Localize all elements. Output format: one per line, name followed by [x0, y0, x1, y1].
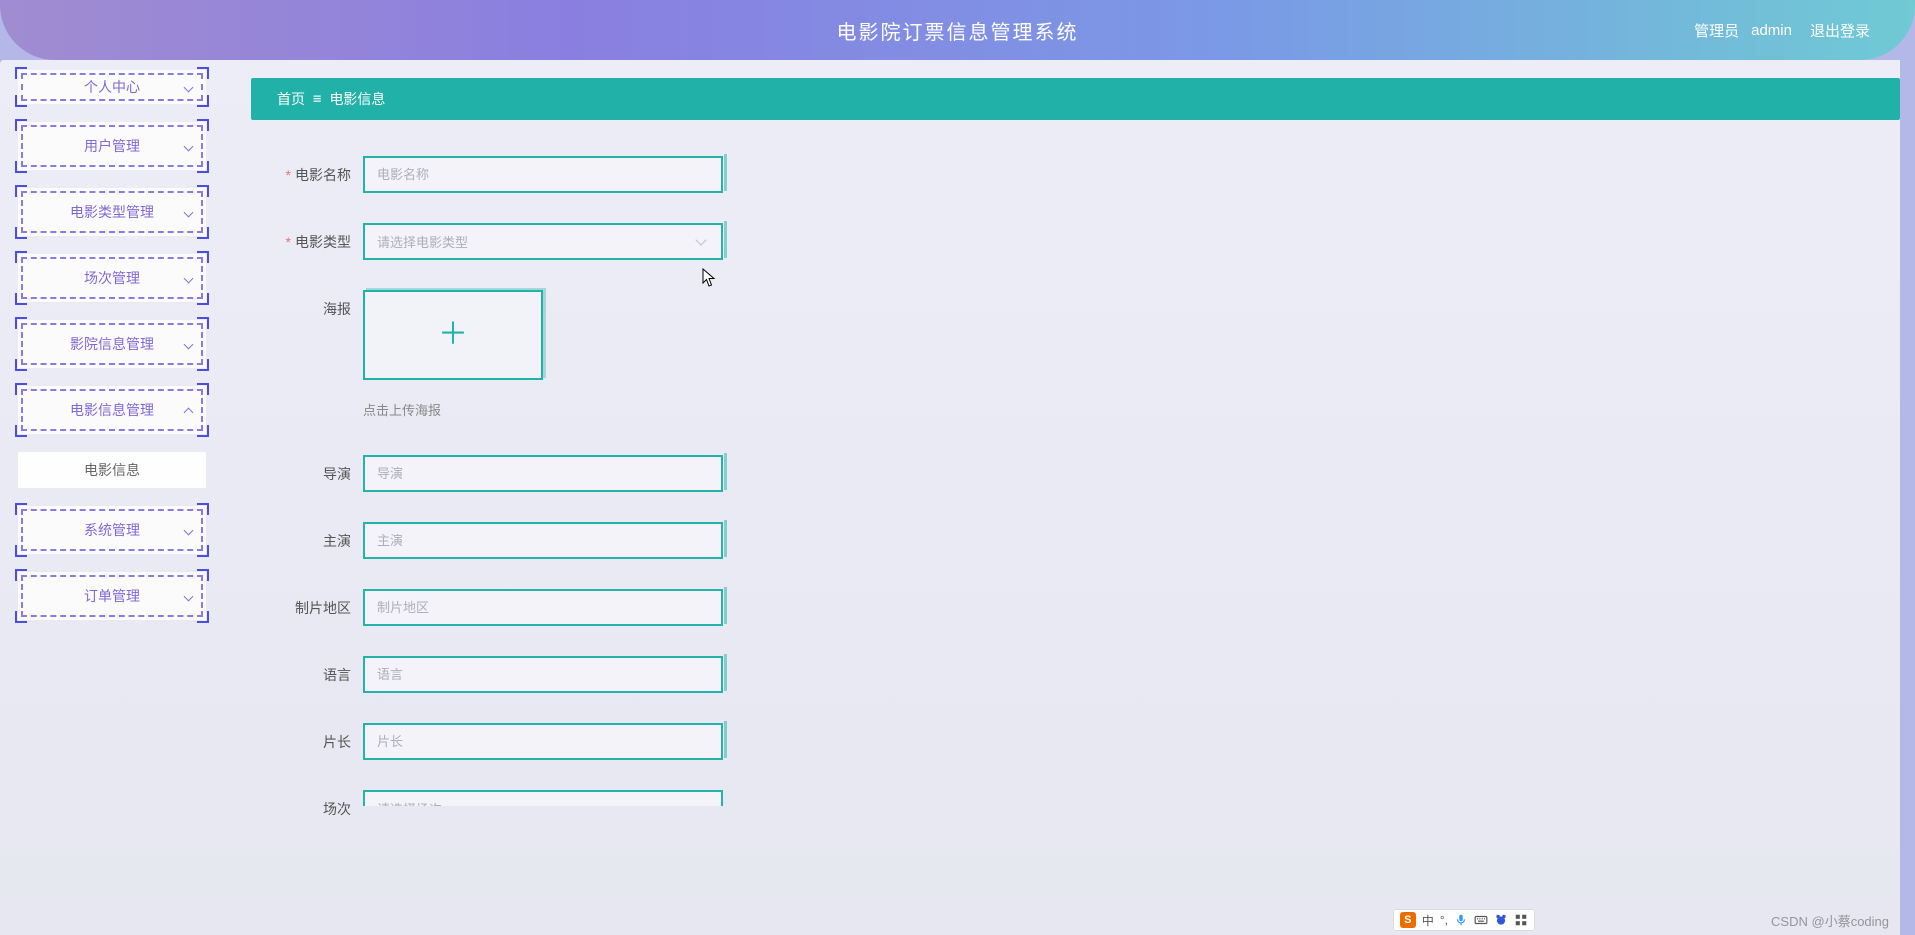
duration-input[interactable] [363, 723, 723, 760]
label-starring: 主演 [323, 533, 351, 549]
sidebar-item-label: 电影信息管理 [70, 400, 154, 420]
sidebar-item-label: 影院信息管理 [70, 334, 154, 354]
movie-form: *电影名称 *电影类型 请选择电影类型 海报 ＋ 点击 [251, 120, 1900, 819]
logout-link[interactable]: 退出登录 [1810, 20, 1870, 41]
label-poster: 海报 [323, 301, 351, 317]
sidebar-item-session[interactable]: 场次管理 [18, 254, 206, 302]
row-session: 场次 请选择场次 [273, 790, 1900, 819]
session-placeholder: 请选择场次 [377, 799, 442, 806]
bear-icon[interactable] [1494, 913, 1508, 927]
chevron-down-icon [184, 340, 194, 350]
row-region: 制片地区 [273, 589, 1900, 626]
user-role: 管理员 [1694, 20, 1739, 41]
chevron-down-icon [184, 208, 194, 218]
breadcrumb-home[interactable]: 首页 [277, 89, 305, 109]
ime-mode[interactable]: 中 [1422, 912, 1434, 929]
chevron-down-icon [695, 801, 706, 806]
sidebar-item-label: 用户管理 [84, 136, 140, 156]
app-title: 电影院订票信息管理系统 [837, 16, 1079, 45]
movie-name-input[interactable] [363, 156, 723, 193]
label-session: 场次 [323, 801, 351, 817]
sidebar-item-label: 订单管理 [84, 586, 140, 606]
label-director: 导演 [323, 466, 351, 482]
row-duration: 片长 [273, 723, 1900, 760]
chevron-down-icon [184, 592, 194, 602]
row-movie-type: *电影类型 请选择电影类型 [273, 223, 1900, 260]
chevron-down-icon [695, 234, 706, 245]
chevron-down-icon [184, 526, 194, 536]
sidebar: 个人中心 用户管理 电影类型管理 场次管理 影院信息管理 电影信息管理 [0, 60, 215, 935]
language-input[interactable] [363, 656, 723, 693]
ime-punct-icon[interactable]: °, [1440, 913, 1448, 927]
breadcrumb-current: 电影信息 [329, 89, 385, 109]
header-bar: 电影院订票信息管理系统 管理员 admin 退出登录 [0, 0, 1915, 60]
label-movie-type: 电影类型 [295, 234, 351, 250]
sidebar-item-label: 系统管理 [84, 520, 140, 540]
sidebar-item-label: 场次管理 [84, 268, 140, 288]
sidebar-item-label: 电影信息 [84, 460, 140, 480]
sidebar-item-personal[interactable]: 个人中心 [18, 70, 206, 104]
sidebar-item-movietype[interactable]: 电影类型管理 [18, 188, 206, 236]
row-director: 导演 [273, 455, 1900, 492]
chevron-down-icon [184, 274, 194, 284]
movie-type-select[interactable]: 请选择电影类型 [363, 223, 723, 260]
starring-input[interactable] [363, 522, 723, 559]
sidebar-item-label: 个人中心 [84, 77, 140, 97]
director-input[interactable] [363, 455, 723, 492]
sidebar-subitem-movieinfo[interactable]: 电影信息 [18, 452, 206, 488]
watermark: CSDN @小蔡coding [1771, 911, 1889, 930]
sidebar-item-label: 电影类型管理 [70, 202, 154, 222]
sogou-icon: S [1400, 912, 1416, 928]
label-movie-name: 电影名称 [295, 167, 351, 183]
breadcrumb-sep: ≡ [313, 91, 321, 107]
user-name: admin [1751, 22, 1792, 39]
ime-toolbar[interactable]: S 中 °, [1393, 909, 1535, 931]
sidebar-item-movieinfo[interactable]: 电影信息管理 [18, 386, 206, 434]
user-box: 管理员 admin 退出登录 [1682, 0, 1870, 60]
row-poster: 海报 ＋ 点击上传海报 [273, 290, 1900, 419]
breadcrumb: 首页 ≡ 电影信息 [251, 78, 1900, 120]
row-movie-name: *电影名称 [273, 156, 1900, 193]
row-starring: 主演 [273, 522, 1900, 559]
keyboard-icon[interactable] [1474, 913, 1488, 927]
chevron-up-icon [184, 408, 194, 418]
sidebar-item-cinema[interactable]: 影院信息管理 [18, 320, 206, 368]
session-select[interactable]: 请选择场次 [363, 790, 723, 806]
plus-icon: ＋ [438, 320, 468, 350]
poster-upload[interactable]: ＋ [363, 290, 543, 380]
chevron-down-icon [184, 142, 194, 152]
label-region: 制片地区 [295, 600, 351, 616]
sidebar-item-order[interactable]: 订单管理 [18, 572, 206, 620]
sidebar-item-system[interactable]: 系统管理 [18, 506, 206, 554]
label-language: 语言 [323, 667, 351, 683]
chevron-down-icon [184, 83, 194, 93]
workspace: 个人中心 用户管理 电影类型管理 场次管理 影院信息管理 电影信息管理 [0, 60, 1900, 935]
poster-upload-hint: 点击上传海报 [363, 400, 543, 419]
grid-icon[interactable] [1514, 913, 1528, 927]
row-language: 语言 [273, 656, 1900, 693]
region-input[interactable] [363, 589, 723, 626]
main-area: 首页 ≡ 电影信息 *电影名称 *电影类型 请选择电影类型 海报 [215, 60, 1900, 935]
movie-type-placeholder: 请选择电影类型 [377, 232, 468, 251]
label-duration: 片长 [323, 734, 351, 750]
microphone-icon[interactable] [1454, 913, 1468, 927]
sidebar-item-user[interactable]: 用户管理 [18, 122, 206, 170]
